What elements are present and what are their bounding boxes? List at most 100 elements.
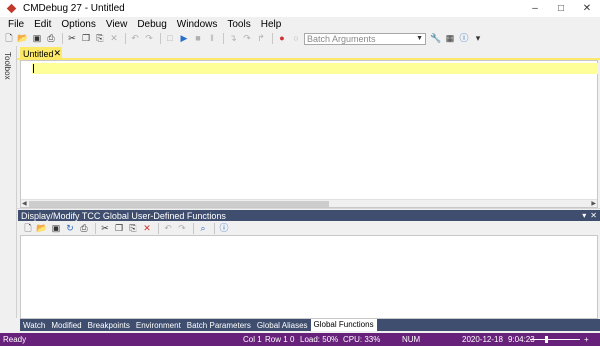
toolbar-separator xyxy=(214,222,215,234)
tab-global-aliases[interactable]: Global Aliases xyxy=(254,320,311,331)
step-over-icon[interactable]: ↷ xyxy=(241,33,253,45)
menu-bar: File Edit Options View Debug Windows Too… xyxy=(0,17,600,31)
open-icon[interactable]: 📂 xyxy=(17,33,29,45)
zoom-slider-thumb[interactable] xyxy=(545,336,548,343)
wrench-icon[interactable]: 🔧 xyxy=(430,33,442,45)
paste-icon[interactable]: ⎘ xyxy=(127,222,139,234)
pin-icon[interactable]: ▾ xyxy=(582,211,586,220)
toolbox-strip xyxy=(0,46,17,318)
batch-arguments-placeholder: Batch Arguments xyxy=(307,33,376,44)
status-cpu: CPU: 33% xyxy=(343,335,381,344)
tab-modified[interactable]: Modified xyxy=(48,320,84,331)
step-out-icon[interactable]: ↱ xyxy=(255,33,267,45)
toolbar-separator xyxy=(95,222,96,234)
toolbar-separator xyxy=(223,33,224,44)
menu-tools[interactable]: Tools xyxy=(222,18,255,31)
zoom-in-button[interactable]: + xyxy=(584,333,589,346)
toolbar-separator xyxy=(62,33,63,44)
undo-icon[interactable]: ↶ xyxy=(162,222,174,234)
circle-icon[interactable]: ○ xyxy=(290,33,302,45)
horizontal-scrollbar[interactable]: ◀ ▶ xyxy=(21,199,597,207)
breakpoint-icon[interactable]: □ xyxy=(164,33,176,45)
close-button[interactable]: ✕ xyxy=(574,0,600,17)
menu-help[interactable]: Help xyxy=(256,18,287,31)
toolbar-separator xyxy=(125,33,126,44)
print-icon[interactable]: ⎙ xyxy=(45,33,57,45)
toolbar-separator xyxy=(272,33,273,44)
maximize-button[interactable]: □ xyxy=(548,0,574,17)
menu-options[interactable]: Options xyxy=(56,18,100,31)
panel-toolbar: 🗋 📂 ▣ ↻ ⎙ ✂ ❐ ⎘ ✕ ↶ ↷ ⌕ ⓘ xyxy=(20,221,600,235)
bottom-tab-bar: Watch Modified Breakpoints Environment B… xyxy=(20,319,600,331)
menu-windows[interactable]: Windows xyxy=(172,18,223,31)
status-col: Col 1 xyxy=(243,335,262,344)
menu-debug[interactable]: Debug xyxy=(132,18,171,31)
menu-file[interactable]: File xyxy=(3,18,29,31)
undo-icon[interactable]: ↶ xyxy=(129,33,141,45)
save-icon[interactable]: ▣ xyxy=(50,222,62,234)
run-icon[interactable]: ▶ xyxy=(178,33,190,45)
chevron-down-icon[interactable]: ▼ xyxy=(416,35,423,42)
step-into-icon[interactable]: ↴ xyxy=(227,33,239,45)
new-file-icon[interactable]: 🗋 xyxy=(3,33,15,45)
save-icon[interactable]: ▣ xyxy=(31,33,43,45)
copy-icon[interactable]: ❐ xyxy=(80,33,92,45)
print-icon[interactable]: ⎙ xyxy=(78,222,90,234)
scroll-right-icon[interactable]: ▶ xyxy=(591,200,596,208)
status-bar: Ready Col 1 Row 1 0 Load: 50% CPU: 33% N… xyxy=(0,333,600,346)
batch-arguments-combo[interactable]: Batch Arguments ▼ xyxy=(304,32,426,45)
pane-splitter[interactable] xyxy=(17,208,600,209)
panel-close-icon[interactable]: ✕ xyxy=(590,211,597,220)
record-icon[interactable]: ● xyxy=(276,33,288,45)
copy-icon[interactable]: ❐ xyxy=(113,222,125,234)
tab-untitled[interactable]: Untitled ✕ xyxy=(20,47,62,60)
functions-list[interactable] xyxy=(20,235,598,319)
help-icon[interactable]: ⓘ xyxy=(458,33,470,45)
redo-icon[interactable]: ↷ xyxy=(176,222,188,234)
tab-close-icon[interactable]: ✕ xyxy=(54,48,62,59)
status-ready: Ready xyxy=(3,335,27,344)
scroll-left-icon[interactable]: ◀ xyxy=(22,200,27,208)
redo-icon[interactable]: ↷ xyxy=(143,33,155,45)
toolbox-icon[interactable]: ▦ xyxy=(444,33,456,45)
panel-header: Display/Modify TCC Global User-Defined F… xyxy=(18,210,600,221)
help-icon[interactable]: ⓘ xyxy=(218,222,230,234)
status-date: 2020-12-18 xyxy=(462,335,503,344)
new-file-icon[interactable]: 🗋 xyxy=(22,222,34,234)
scrollbar-thumb[interactable] xyxy=(29,201,329,207)
cut-icon[interactable]: ✂ xyxy=(66,33,78,45)
tab-batch-parameters[interactable]: Batch Parameters xyxy=(184,320,254,331)
search-icon[interactable]: ⌕ xyxy=(197,222,209,234)
refresh-icon[interactable]: ↻ xyxy=(64,222,76,234)
code-editor[interactable]: ◀ ▶ xyxy=(20,60,598,208)
tab-environment[interactable]: Environment xyxy=(133,320,184,331)
status-row: Row 1 xyxy=(265,335,288,344)
menu-edit[interactable]: Edit xyxy=(29,18,56,31)
delete-icon[interactable]: ✕ xyxy=(108,33,120,45)
current-line-highlight xyxy=(32,63,598,74)
title-bar: CMDebug 27 - Untitled – □ ✕ xyxy=(0,0,600,17)
document-tabs: Untitled ✕ xyxy=(17,46,600,60)
toolbar-separator xyxy=(160,33,161,44)
zoom-slider[interactable] xyxy=(530,339,580,340)
status-num: NUM xyxy=(402,335,421,344)
toolbar-overflow-icon[interactable]: ▾ xyxy=(472,33,484,45)
open-icon[interactable]: 📂 xyxy=(36,222,48,234)
pause-icon[interactable]: ‖ xyxy=(206,33,218,45)
menu-view[interactable]: View xyxy=(101,18,133,31)
minimize-button[interactable]: – xyxy=(522,0,548,17)
tab-watch[interactable]: Watch xyxy=(20,320,48,331)
paste-icon[interactable]: ⎘ xyxy=(94,33,106,45)
tab-breakpoints[interactable]: Breakpoints xyxy=(85,320,133,331)
window-title: CMDebug 27 - Untitled xyxy=(23,3,125,14)
tab-global-functions[interactable]: Global Functions xyxy=(310,319,377,331)
status-load: Load: 50% xyxy=(300,335,339,344)
panel-title: Display/Modify TCC Global User-Defined F… xyxy=(21,210,226,221)
text-caret xyxy=(33,64,34,73)
status-zero: 0 xyxy=(290,335,295,344)
toolbox-tab[interactable]: Toolbox xyxy=(3,52,12,80)
cut-icon[interactable]: ✂ xyxy=(99,222,111,234)
stop-icon[interactable]: ■ xyxy=(192,33,204,45)
toolbar-separator xyxy=(193,222,194,234)
delete-icon[interactable]: ✕ xyxy=(141,222,153,234)
